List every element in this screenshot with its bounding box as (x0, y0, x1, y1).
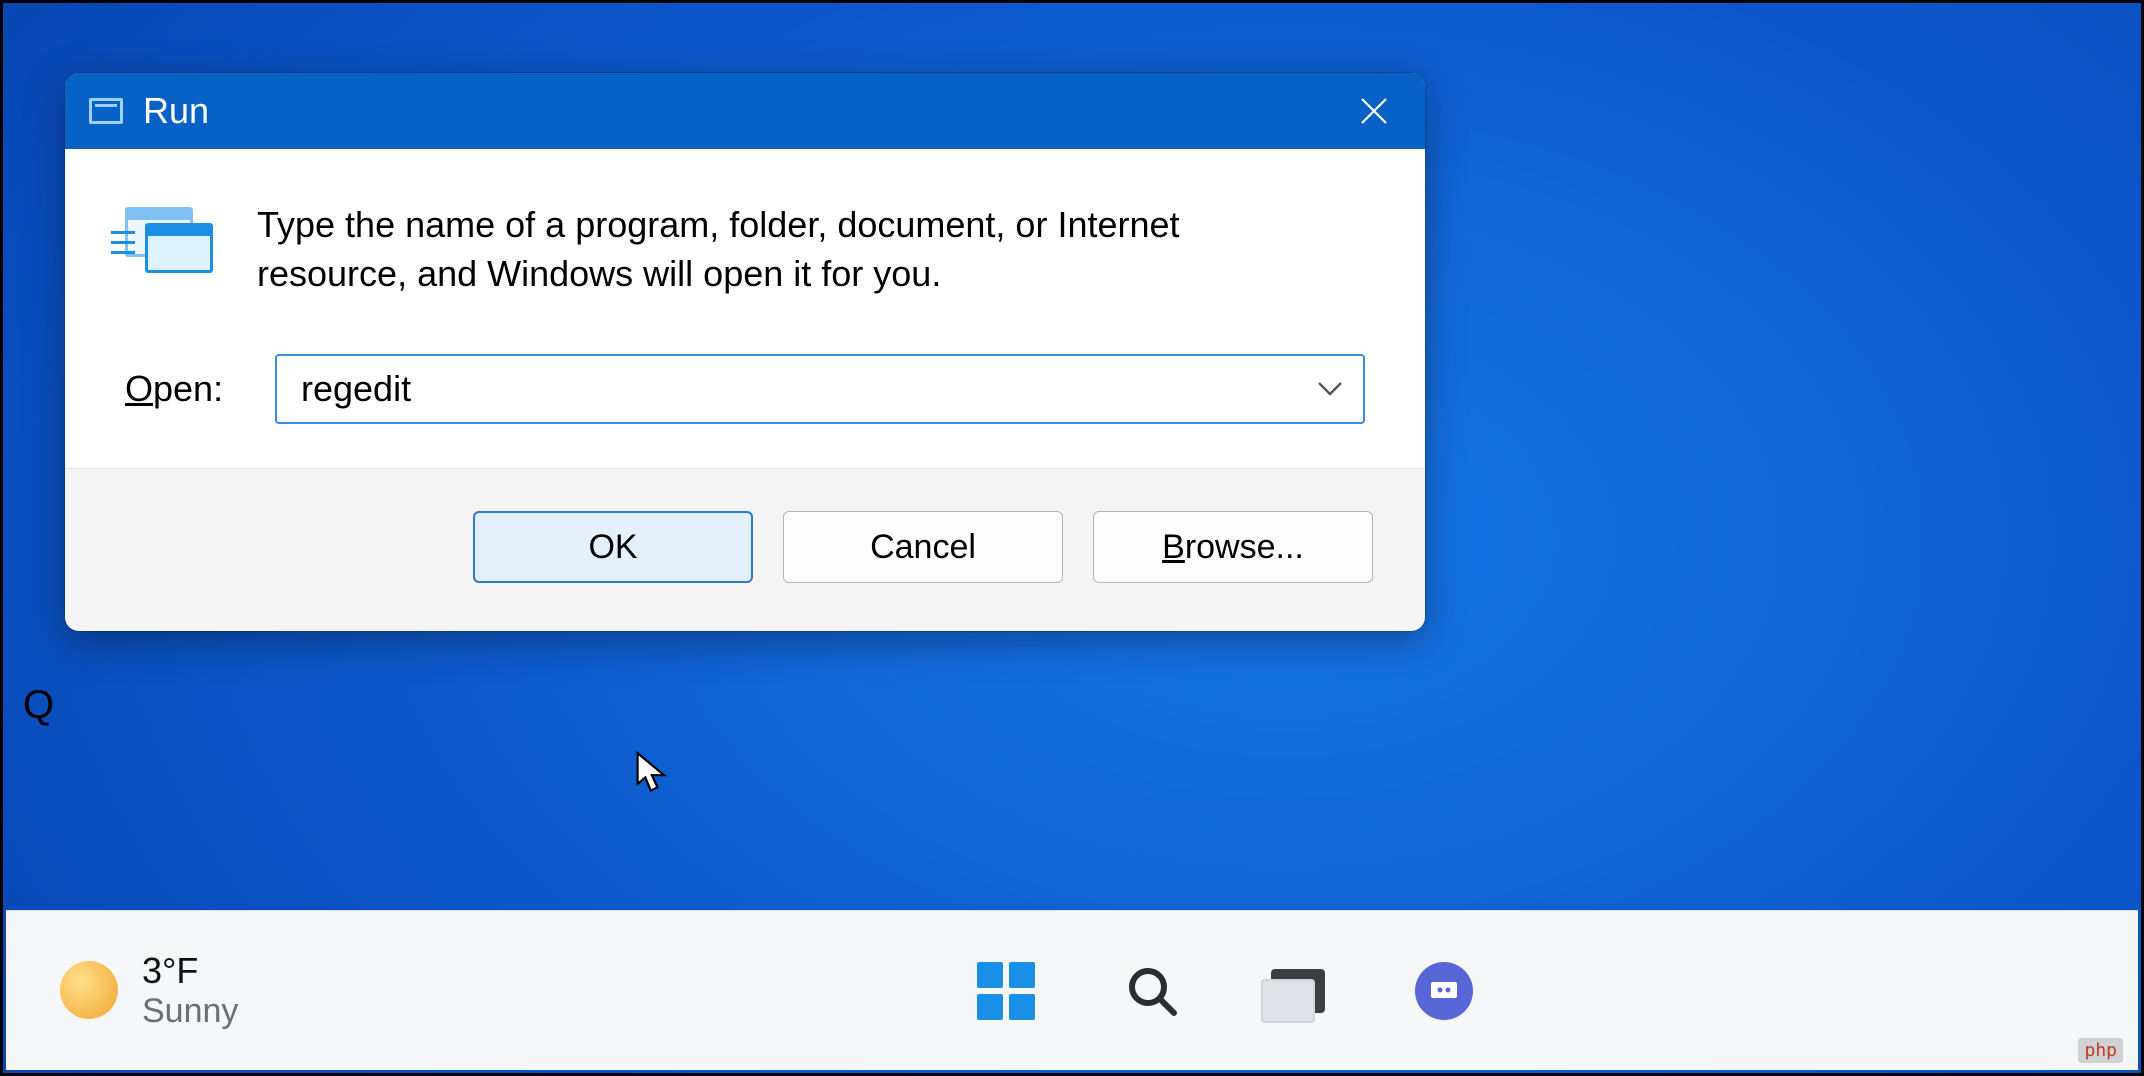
button-row: OK Cancel Browse... (65, 468, 1425, 631)
background-window-fragment: Q (23, 683, 54, 728)
open-label: Open: (125, 368, 245, 410)
browse-button[interactable]: Browse... (1093, 511, 1373, 583)
watermark: php (2078, 1038, 2123, 1063)
weather-temperature: 3°F (142, 950, 238, 991)
dialog-description: Type the name of a program, folder, docu… (257, 201, 1307, 298)
close-icon (1359, 96, 1389, 126)
search-icon (1124, 963, 1180, 1019)
ok-button[interactable]: OK (473, 511, 753, 583)
chat-button[interactable] (1408, 955, 1480, 1027)
run-dialog: Run Type the name of a program, folder, … (65, 73, 1425, 631)
start-button[interactable] (970, 955, 1042, 1027)
mouse-cursor-icon (635, 751, 671, 795)
run-titlebar-icon (89, 98, 123, 124)
close-button[interactable] (1347, 84, 1401, 138)
cancel-button[interactable]: Cancel (783, 511, 1063, 583)
search-button[interactable] (1116, 955, 1188, 1027)
run-icon (125, 207, 217, 277)
taskbar: 3°F Sunny (6, 910, 2138, 1070)
weather-widget[interactable]: 3°F Sunny (60, 950, 238, 1030)
weather-condition: Sunny (142, 992, 238, 1031)
dialog-body: Type the name of a program, folder, docu… (65, 149, 1425, 468)
open-input[interactable] (275, 354, 1365, 424)
sun-icon (60, 961, 118, 1019)
window-title: Run (143, 90, 209, 132)
task-view-icon (1271, 969, 1325, 1013)
chat-icon (1415, 962, 1473, 1020)
titlebar[interactable]: Run (65, 73, 1425, 149)
open-combobox[interactable] (275, 354, 1365, 424)
task-view-button[interactable] (1262, 955, 1334, 1027)
windows-logo-icon (977, 962, 1035, 1020)
